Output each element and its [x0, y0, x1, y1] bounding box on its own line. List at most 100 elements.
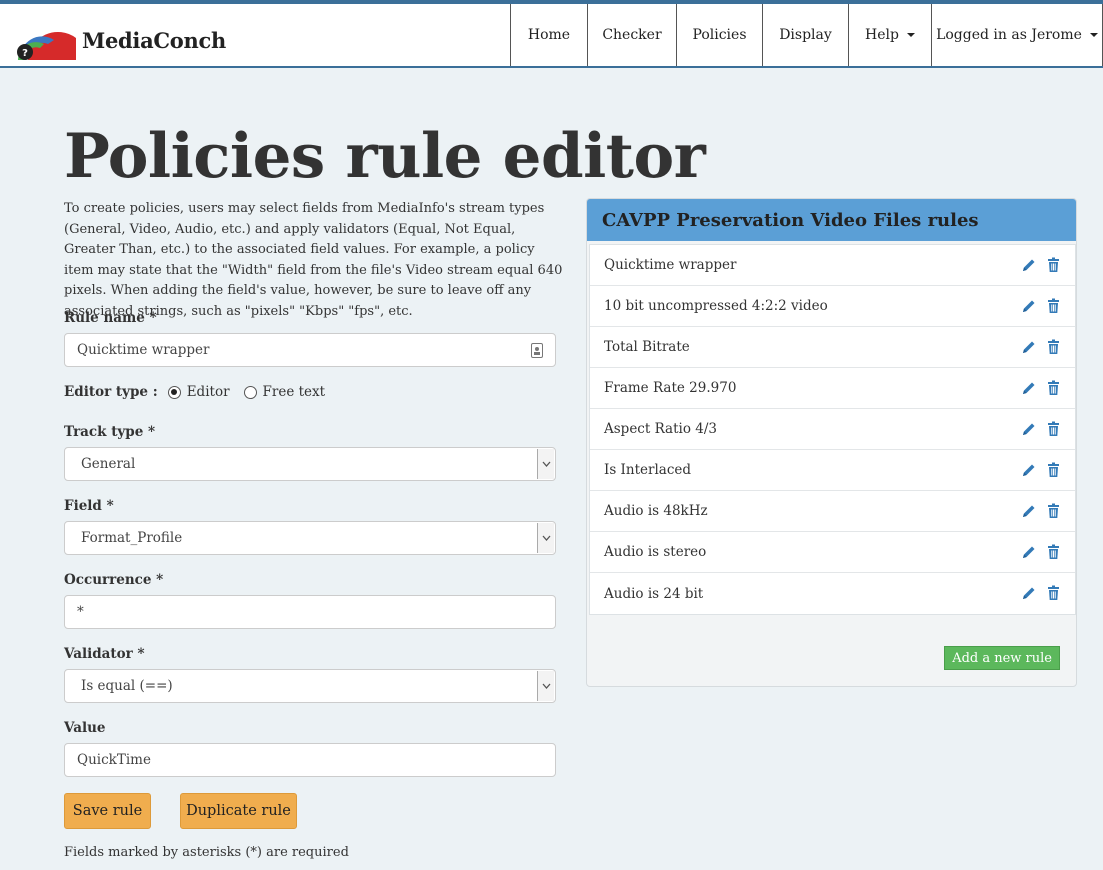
trash-icon [1048, 544, 1059, 559]
delete-rule-button[interactable] [1046, 421, 1061, 437]
trash-icon [1048, 585, 1059, 600]
mediaconch-logo-icon: ? [17, 31, 76, 60]
edit-rule-button[interactable] [1021, 257, 1036, 273]
rule-name: Audio is stereo [604, 544, 707, 560]
required-fields-note: Fields marked by asterisks (*) are requi… [64, 845, 349, 860]
page-title: Policies rule editor [64, 121, 706, 192]
rule-row[interactable]: Is Interlaced [590, 450, 1075, 491]
rule-row[interactable]: Frame Rate 29.970 [590, 368, 1075, 409]
rule-row[interactable]: Audio is stereo [590, 532, 1075, 573]
field-select[interactable]: Format_Profile [64, 521, 556, 555]
pencil-icon [1023, 259, 1035, 271]
delete-rule-button[interactable] [1046, 298, 1061, 314]
nav-checker[interactable]: Checker [587, 4, 676, 66]
track-type-select[interactable]: General [64, 447, 556, 481]
pencil-icon [1023, 300, 1035, 312]
delete-rule-button[interactable] [1046, 380, 1061, 396]
delete-rule-button[interactable] [1046, 257, 1061, 273]
nav-policies-label: Policies [692, 27, 747, 43]
pencil-icon [1023, 546, 1035, 558]
main-nav: Home Checker Policies Display Help Logge… [510, 4, 1103, 66]
rule-row[interactable]: Quicktime wrapper [590, 245, 1075, 286]
nav-help-label: Help [865, 27, 899, 43]
occurrence-input[interactable]: * [64, 595, 556, 629]
rule-name: 10 bit uncompressed 4:2:2 video [604, 298, 828, 314]
intro-text: To create policies, users may select fie… [64, 201, 563, 319]
brand-name: MediaConch [82, 27, 226, 53]
delete-rule-button[interactable] [1046, 339, 1061, 355]
rule-row[interactable]: Total Bitrate [590, 327, 1075, 368]
rule-actions [1021, 421, 1061, 437]
validator-select[interactable]: Is equal (==) [64, 669, 556, 703]
rule-row[interactable]: Audio is 48kHz [590, 491, 1075, 532]
pencil-icon [1023, 587, 1035, 599]
caret-down-icon [1089, 33, 1098, 37]
rule-row[interactable]: Aspect Ratio 4/3 [590, 409, 1075, 450]
rule-name-value: Quicktime wrapper [77, 342, 210, 358]
rule-name-input[interactable]: Quicktime wrapper [64, 333, 556, 367]
value-value: QuickTime [77, 752, 151, 768]
nav-home[interactable]: Home [510, 4, 587, 66]
edit-rule-button[interactable] [1021, 462, 1036, 478]
chevron-down-icon[interactable] [537, 523, 554, 553]
chevron-down-icon[interactable] [537, 671, 554, 701]
rule-list: Quicktime wrapper 10 bit uncompressed 4:2… [589, 244, 1076, 615]
nav-help-dropdown[interactable]: Help [848, 4, 931, 66]
nav-policies[interactable]: Policies [676, 4, 762, 66]
rules-panel-title: CAVPP Preservation Video Files rules [587, 199, 1076, 241]
top-navbar: ? MediaConch Home Checker Policies Displ… [0, 0, 1103, 68]
edit-rule-button[interactable] [1021, 585, 1036, 601]
edit-rule-button[interactable] [1021, 544, 1036, 560]
caret-down-icon [906, 33, 915, 37]
field-label: Field * [64, 498, 114, 514]
editor-type-editor-option[interactable]: Editor [167, 384, 230, 400]
freetext-option-label: Free text [262, 384, 326, 400]
rule-actions [1021, 380, 1061, 396]
nav-display[interactable]: Display [762, 4, 848, 66]
chevron-down-icon[interactable] [537, 449, 554, 479]
rule-actions [1021, 585, 1061, 601]
editor-type-freetext-option[interactable]: Free text [243, 384, 326, 400]
delete-rule-button[interactable] [1046, 544, 1061, 560]
radio-checked-icon[interactable] [167, 385, 181, 399]
edit-rule-button[interactable] [1021, 503, 1036, 519]
pencil-icon [1023, 505, 1035, 517]
rule-row[interactable]: 10 bit uncompressed 4:2:2 video [590, 286, 1075, 327]
rule-actions [1021, 257, 1061, 273]
trash-icon [1048, 421, 1059, 436]
rule-name: Is Interlaced [604, 462, 692, 478]
radio-unchecked-icon[interactable] [243, 385, 257, 399]
rule-name: Aspect Ratio 4/3 [604, 421, 717, 437]
validator-value: Is equal (==) [81, 678, 173, 694]
rule-actions [1021, 462, 1061, 478]
contact-card-icon[interactable] [531, 343, 543, 358]
delete-rule-button[interactable] [1046, 503, 1061, 519]
save-rule-button[interactable]: Save rule [64, 793, 151, 829]
value-input[interactable]: QuickTime [64, 743, 556, 777]
rules-panel: CAVPP Preservation Video Files rules Qui… [586, 198, 1077, 687]
rule-actions [1021, 339, 1061, 355]
delete-rule-button[interactable] [1046, 462, 1061, 478]
pencil-icon [1023, 382, 1035, 394]
add-new-rule-button[interactable]: Add a new rule [944, 646, 1060, 670]
brand[interactable]: ? MediaConch [14, 20, 226, 60]
nav-user-dropdown[interactable]: Logged in as Jerome [931, 4, 1103, 66]
edit-rule-button[interactable] [1021, 380, 1036, 396]
svg-text:?: ? [22, 48, 28, 59]
delete-rule-button[interactable] [1046, 585, 1061, 601]
editor-type-group: Editor type : Editor Free text [64, 384, 339, 400]
duplicate-rule-button[interactable]: Duplicate rule [180, 793, 297, 829]
trash-icon [1048, 380, 1059, 395]
edit-rule-button[interactable] [1021, 421, 1036, 437]
edit-rule-button[interactable] [1021, 298, 1036, 314]
editor-type-label: Editor type : [64, 384, 158, 400]
rule-actions [1021, 298, 1061, 314]
rule-name: Total Bitrate [604, 339, 690, 355]
trash-icon [1048, 257, 1059, 272]
edit-rule-button[interactable] [1021, 339, 1036, 355]
pencil-icon [1023, 464, 1035, 476]
trash-icon [1048, 462, 1059, 477]
rule-row[interactable]: Audio is 24 bit [590, 573, 1075, 614]
occurrence-value: * [77, 604, 84, 620]
trash-icon [1048, 503, 1059, 518]
